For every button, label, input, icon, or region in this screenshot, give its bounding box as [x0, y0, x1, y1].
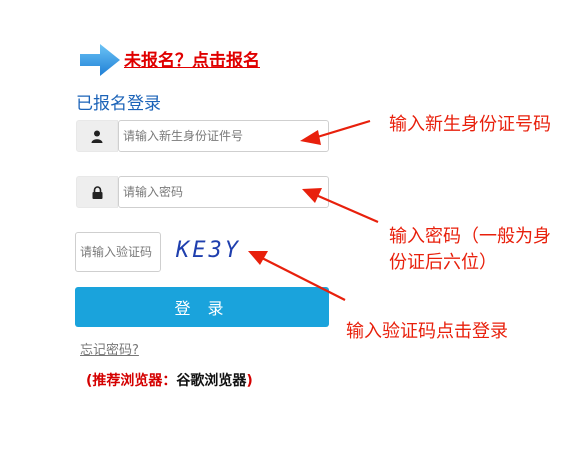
- arrow-right-icon: [80, 44, 120, 76]
- id-number-input[interactable]: [118, 120, 329, 152]
- user-icon: [91, 130, 103, 143]
- browser-recommendation: (推荐浏览器：谷歌浏览器): [86, 370, 253, 390]
- browser-note-value: 谷歌浏览器: [176, 373, 247, 389]
- lock-icon: [92, 185, 102, 199]
- password-input[interactable]: [118, 176, 329, 208]
- browser-note-prefix: (推荐浏览器：: [86, 373, 177, 389]
- login-button[interactable]: 登 录: [75, 287, 329, 327]
- annotation-password-note: 输入密码（一般为身份证后六位）: [389, 226, 551, 273]
- login-heading: 已报名登录: [76, 94, 161, 114]
- register-link[interactable]: 未报名？点击报名: [124, 46, 260, 71]
- browser-note-suffix: ): [246, 373, 253, 389]
- forgot-password-link[interactable]: 忘记密码?: [80, 339, 139, 358]
- password-field-addon: [76, 176, 118, 208]
- id-field-addon: [76, 120, 118, 152]
- captcha-image[interactable]: KE3Y: [176, 238, 241, 263]
- annotation-captcha-note: 输入验证码点击登录: [346, 321, 508, 342]
- captcha-input[interactable]: [75, 232, 161, 272]
- annotation-id-note: 输入新生身份证号码: [389, 114, 551, 135]
